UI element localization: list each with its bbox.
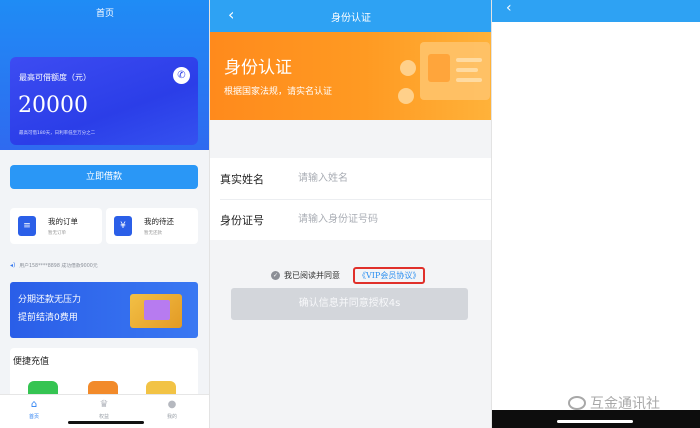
tab-mine[interactable]: ● 我的	[152, 399, 192, 420]
tile-subtitle: 暂无订单	[48, 231, 66, 236]
borrow-now-button[interactable]: 立即借款	[10, 165, 198, 189]
tab-home[interactable]: ⌂ 首页	[14, 399, 54, 420]
identity-form: 真实姓名 身份证号	[210, 158, 492, 240]
whatsapp-icon[interactable]: ✆	[173, 67, 190, 84]
id-number-input[interactable]	[298, 208, 478, 230]
identity-screen: ‹ 身份认证 身份认证 根据国家法规，请实名认证 真实姓名 身份证号	[210, 0, 492, 428]
id-badge-icon	[400, 60, 416, 76]
speaker-icon: ◂)	[10, 262, 16, 269]
name-input[interactable]	[298, 167, 478, 189]
yen-icon: ¥	[114, 216, 132, 236]
home-indicator	[557, 420, 633, 423]
home-icon: ⌂	[30, 399, 38, 410]
quick-recharge-title: 便捷充值	[13, 357, 50, 367]
watermark-text: 互金通讯社	[590, 396, 660, 412]
banner-line-2: 提前结清0费用	[18, 313, 78, 323]
id-number-label: 身份证号	[220, 214, 264, 227]
hero-title: 身份认证	[224, 58, 292, 78]
id-card-illustration	[420, 42, 490, 100]
name-label: 真实姓名	[220, 173, 264, 186]
card-line	[456, 68, 478, 72]
portrait-icon	[428, 54, 450, 82]
agree-checkbox[interactable]: ✓	[271, 271, 280, 280]
confirm-authorize-button[interactable]: 确认信息并同意授权4s	[231, 288, 468, 320]
credit-limit-card[interactable]: 最高可借额度（元） 20000 最高可借180天，日利率低至万分之二 ✆	[10, 57, 198, 145]
watermark: 互金通讯社	[568, 393, 660, 413]
tab-label: 权益	[98, 414, 109, 420]
identity-nav-title: 身份认证	[331, 13, 371, 24]
announcement-ticker: ◂) 用户158****8898 成功借款9000元	[10, 259, 198, 273]
promo-banner[interactable]: 分期还款无压力 提前结清0费用	[10, 282, 198, 338]
banner-illustration-card	[144, 300, 170, 320]
vip-agreement-link[interactable]: 《VIP会员协议》	[353, 267, 426, 284]
weibo-logo-icon	[568, 396, 586, 410]
card-line	[456, 58, 482, 62]
tab-label: 首页	[28, 414, 39, 420]
my-orders-tile[interactable]: ≡ 我的订单 暂无订单	[10, 208, 102, 244]
banner-line-1: 分期还款无压力	[18, 295, 82, 305]
id-number-row: 身份证号	[210, 199, 492, 240]
blank-nav-bar: ‹	[492, 0, 700, 22]
name-row: 真实姓名	[210, 158, 492, 200]
tile-title: 我的待还	[144, 217, 174, 226]
blank-screen: ‹	[492, 0, 700, 428]
credit-limit-note: 最高可借180天，日利率低至万分之二	[19, 131, 96, 136]
card-line	[456, 78, 482, 82]
person-icon: ●	[167, 399, 177, 410]
home-title: 首页	[95, 9, 114, 19]
credit-limit-amount: 20000	[18, 93, 88, 118]
document-icon: ≡	[18, 216, 36, 236]
identity-nav-bar: ‹ 身份认证	[210, 0, 492, 32]
identity-hero-banner: 身份认证 根据国家法规，请实名认证	[210, 32, 492, 120]
credit-limit-label: 最高可借额度（元）	[19, 73, 91, 82]
tile-title: 我的订单	[48, 217, 78, 226]
screenshot: 首页 最高可借额度（元） 20000 最高可借180天，日利率低至万分之二 ✆ …	[0, 0, 700, 428]
agree-text: 我已阅读并同意	[284, 271, 340, 280]
home-indicator	[68, 421, 144, 424]
tab-label: 我的	[166, 414, 177, 420]
agreement-row: ✓ 我已阅读并同意 《VIP会员协议》	[210, 267, 492, 285]
back-chevron-icon[interactable]: ‹	[506, 0, 512, 16]
home-screen: 首页 最高可借额度（元） 20000 最高可借180天，日利率低至万分之二 ✆ …	[0, 0, 210, 428]
tab-benefits[interactable]: ♛ 权益	[84, 399, 124, 420]
hero-subtitle: 根据国家法规，请实名认证	[224, 87, 333, 97]
my-repayments-tile[interactable]: ¥ 我的待还 暂无还款	[106, 208, 198, 244]
person-badge-icon	[398, 88, 414, 104]
tile-subtitle: 暂无还款	[144, 231, 162, 236]
ticker-text: 用户158****8898 成功借款9000元	[19, 264, 98, 269]
crown-icon: ♛	[99, 399, 109, 410]
